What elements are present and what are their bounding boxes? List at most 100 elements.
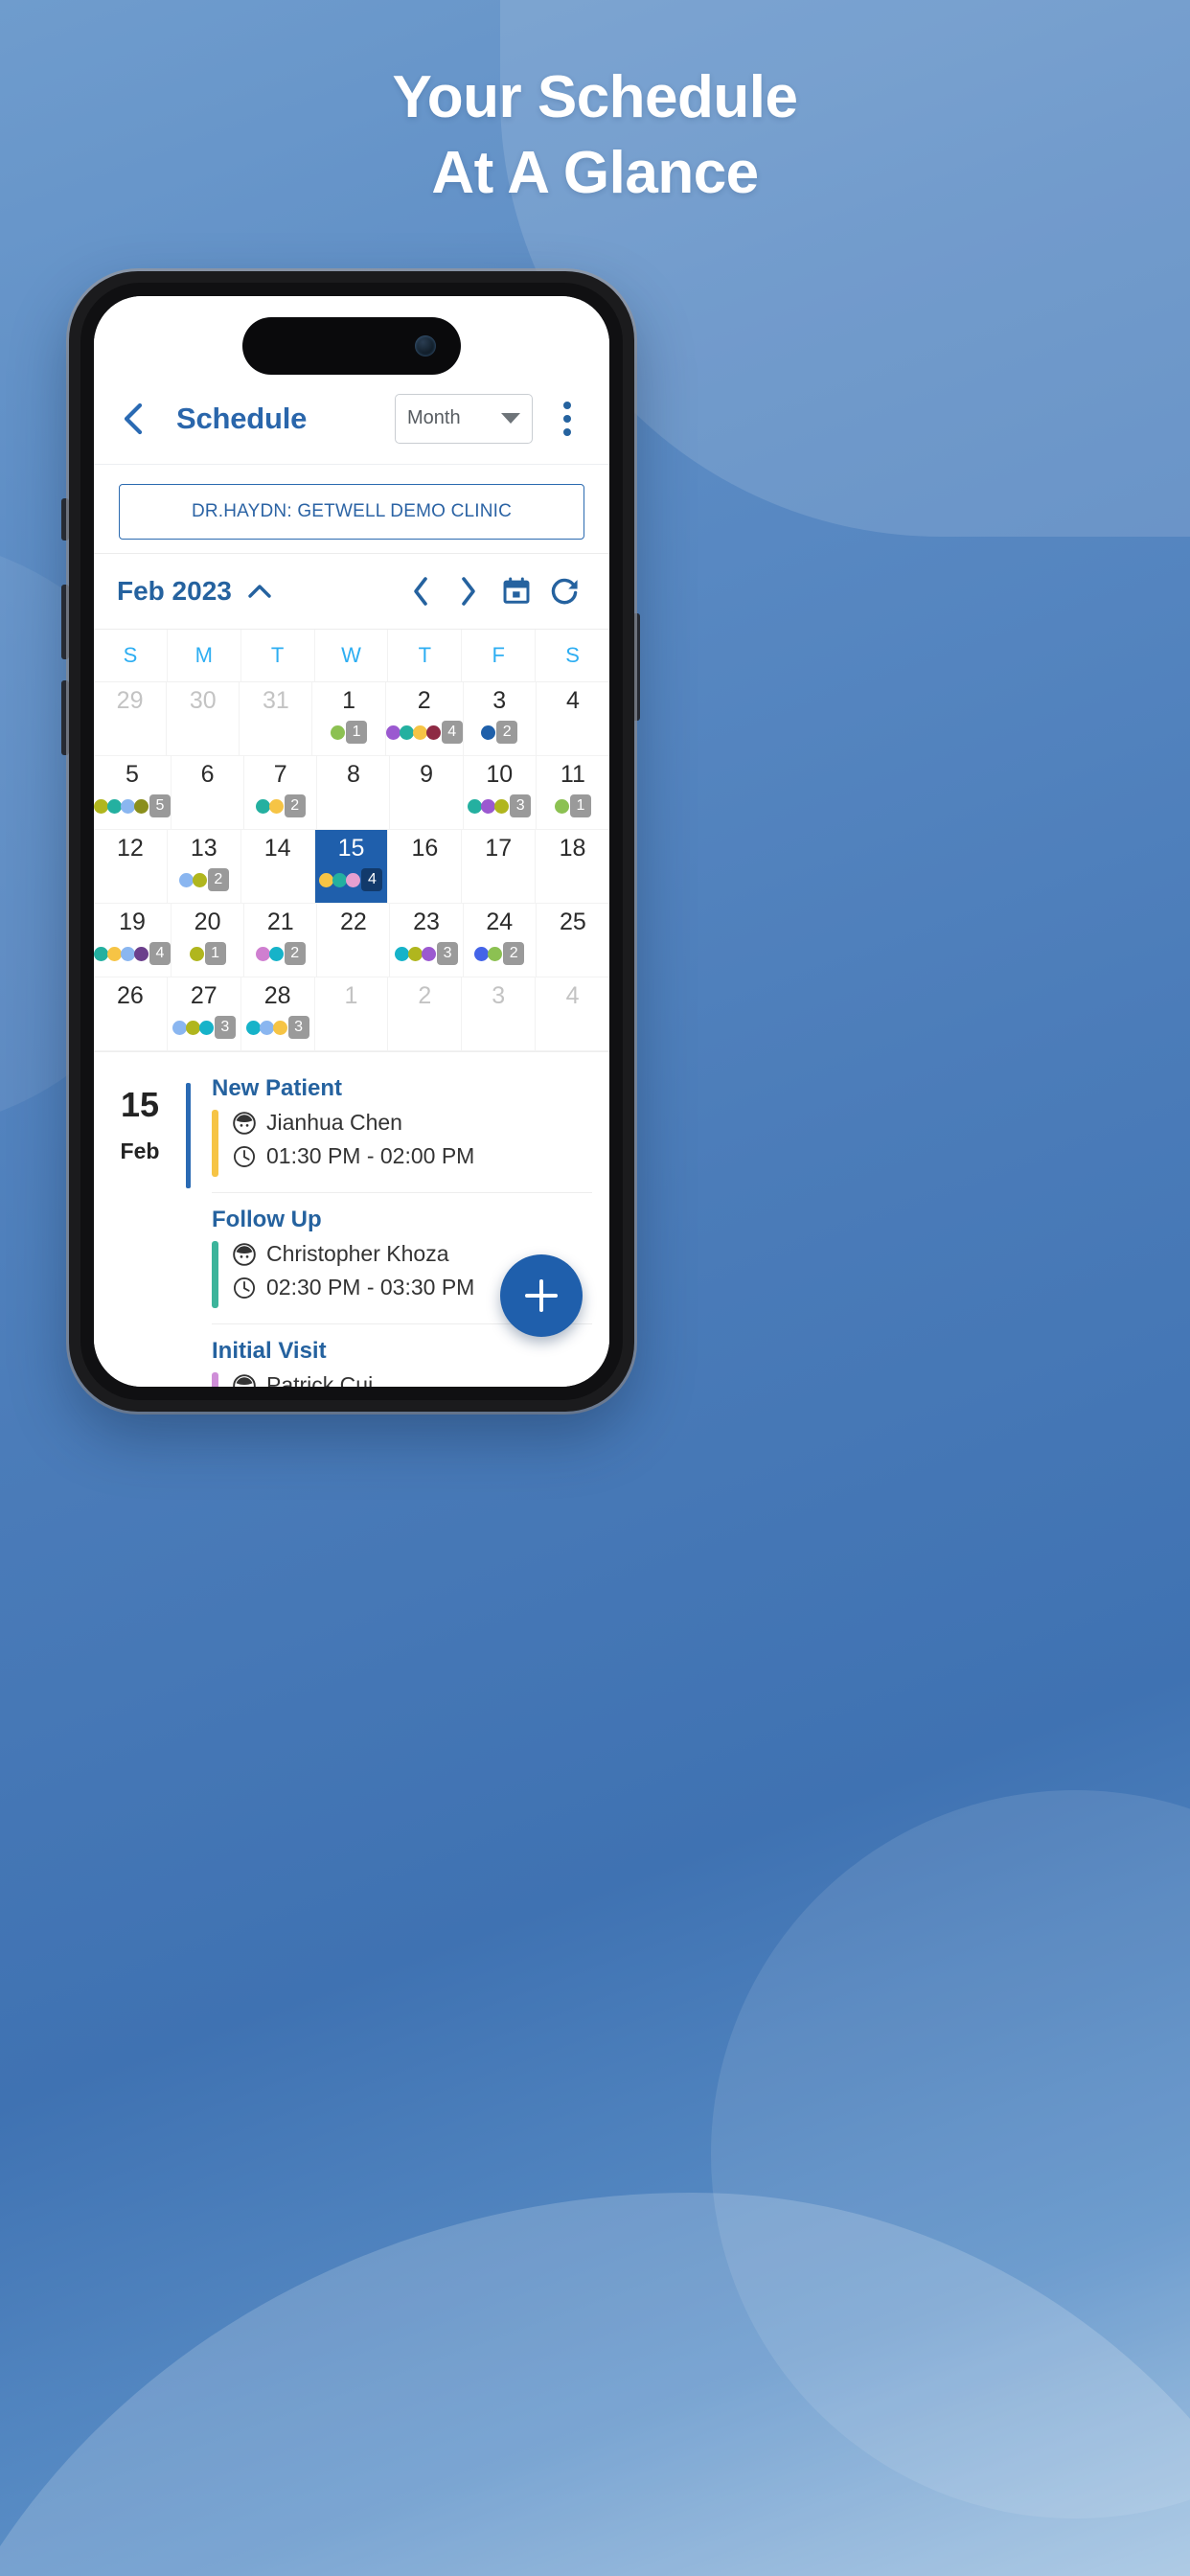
appointment-lines: Jianhua Chen 01:30 PM - 02:00 PM [232, 1110, 592, 1177]
calendar-day-cell[interactable]: 55 [94, 756, 172, 829]
calendar-day-cell[interactable]: 24 2 [464, 904, 537, 977]
agenda-panel[interactable]: 15 Feb New Patient Jianhua Chen 01:30 PM -… [94, 1051, 609, 1387]
event-dot-icon [408, 946, 423, 961]
calendar-day-cell[interactable]: 29 [94, 682, 168, 755]
calendar-day-cell[interactable]: 31 [240, 682, 313, 755]
calendar-day-cell[interactable]: 6 [172, 756, 245, 829]
event-dot-icon [192, 872, 207, 887]
appointment-time: 01:30 PM - 02:00 PM [266, 1143, 475, 1168]
event-dot-icon [481, 798, 496, 814]
event-count-badge: 2 [284, 942, 306, 965]
appointment-item[interactable]: New Patient Jianhua Chen 01:30 PM - 02:00 … [212, 1075, 592, 1193]
calendar-day-cell[interactable]: 8 [317, 756, 391, 829]
calendar-day-markers: 1 [554, 794, 591, 817]
event-dot-icon [245, 1020, 261, 1035]
agenda-date: 15 Feb [94, 1075, 186, 1387]
appointment-lines: Patrick Cui03:45 PM - 04:15 PM [232, 1372, 592, 1387]
appointment-body: Patrick Cui03:45 PM - 04:15 PM [212, 1372, 592, 1387]
more-vertical-icon-dot-2 [563, 414, 571, 423]
appointment-list: New Patient Jianhua Chen 01:30 PM - 02:00 … [191, 1075, 609, 1387]
next-month-button[interactable] [445, 569, 492, 613]
calendar-day-number: 17 [485, 835, 513, 862]
calendar-day-cell[interactable]: 10 3 [464, 756, 537, 829]
collapse-calendar-button[interactable] [245, 581, 274, 602]
view-mode-select[interactable]: Month [395, 393, 533, 444]
calendar-day-cell[interactable]: 16 [388, 830, 463, 903]
calendar-day-cell[interactable]: 12 [94, 830, 168, 903]
event-count-badge: 3 [287, 1016, 309, 1039]
event-dot-icon [255, 946, 270, 961]
calendar-day-number: 4 [565, 687, 580, 714]
phone-mockup: Schedule Month DR.HAYDN: GETWELL DEMO CL… [69, 271, 634, 1412]
calendar-day-markers: 4 [319, 868, 383, 891]
promo-headline: Your Schedule At A Glance [0, 59, 1190, 212]
calendar-day-cell[interactable]: 25 [537, 904, 609, 977]
event-dot-icon [185, 1020, 200, 1035]
weekday-header: M [168, 630, 241, 681]
calendar-day-cell[interactable]: 14 [241, 830, 315, 903]
previous-month-button[interactable] [397, 569, 445, 613]
chevron-left-icon [414, 577, 427, 606]
clock-icon [234, 1145, 255, 1167]
calendar-day-cell[interactable]: 19 4 [94, 904, 172, 977]
back-button[interactable] [111, 397, 155, 441]
refresh-icon [551, 578, 578, 605]
calendar-day-cell[interactable]: 20 1 [172, 904, 245, 977]
more-vertical-icon [563, 401, 571, 409]
calendar-day-number: 4 [565, 982, 580, 1009]
more-vertical-icon-dot-3 [563, 427, 571, 436]
calendar-day-cell[interactable]: 3 [462, 978, 537, 1050]
appointment-patient-row: Jianhua Chen [232, 1110, 592, 1136]
calendar-day-cell[interactable]: 17 [462, 830, 537, 903]
appointment-patient-name: Christopher Khoza [266, 1241, 449, 1266]
calendar-day-cell[interactable]: 23 3 [390, 904, 464, 977]
calendar-day-number: 5 [126, 761, 139, 788]
calendar-day-cell[interactable]: 24 [385, 682, 464, 755]
calendar-grid[interactable]: SMTWTFS 29 30 31 1 1 2 4 3 2 4 5 5 6 7 2 8 9 10 3 11 1 12 13 2 1… [94, 629, 609, 1051]
calendar-day-cell[interactable]: 72 [244, 756, 318, 829]
calendar-day-cell[interactable]: 11 [312, 682, 386, 755]
calendar-day-cell[interactable]: 27 3 [168, 978, 241, 1050]
calendar-day-cell[interactable]: 9 [390, 756, 464, 829]
calendar-day-cell[interactable]: 13 2 [168, 830, 241, 903]
calendar-day-cell[interactable]: 28 3 [241, 978, 315, 1050]
overflow-menu-button[interactable] [546, 394, 588, 444]
calendar-day-number: 29 [116, 687, 144, 714]
calendar-day-number: 13 [190, 835, 217, 862]
event-count-badge: 4 [149, 942, 171, 965]
appointment-time-row: 01:30 PM - 02:00 PM [232, 1143, 592, 1169]
event-dot-icon [121, 798, 135, 814]
chevron-right-icon [462, 577, 475, 606]
calendar-day-cell[interactable]: 11 1 [537, 756, 609, 829]
phone-screen: Schedule Month DR.HAYDN: GETWELL DEMO CL… [94, 296, 609, 1387]
decorative-shape-bottom-right [711, 1790, 1190, 2518]
calendar-day-cell[interactable]: 4 [536, 978, 609, 1050]
patient-face-icon [233, 1111, 256, 1135]
calendar-day-number: 1 [342, 687, 356, 714]
weekday-header: T [241, 630, 315, 681]
clock-icon-wrap [232, 1276, 257, 1300]
calendar-day-number: 8 [346, 761, 360, 788]
event-dot-icon [121, 946, 135, 961]
calendar-day-cell[interactable]: 21 2 [244, 904, 318, 977]
add-appointment-fab[interactable] [500, 1254, 583, 1337]
calendar-day-cell[interactable]: 1 [315, 978, 389, 1050]
patient-face-icon-wrap [232, 1373, 257, 1387]
appointment-item[interactable]: Initial Visit Patrick Cui03:45 PM - 04:15… [212, 1338, 592, 1387]
calendar-day-cell[interactable]: 15 4 [314, 830, 389, 903]
today-button[interactable] [492, 569, 540, 613]
calendar-day-cell[interactable]: 18 [536, 830, 609, 903]
event-count-badge: 1 [346, 721, 368, 744]
refresh-button[interactable] [540, 569, 588, 613]
calendar-day-cell[interactable]: 22 [317, 904, 391, 977]
calendar-day-cell[interactable]: 30 [167, 682, 240, 755]
clinic-selector-button[interactable]: DR.HAYDN: GETWELL DEMO CLINIC [119, 484, 584, 540]
calendar-day-cell[interactable]: 2 [388, 978, 463, 1050]
event-dot-icon [494, 798, 510, 814]
calendar-day-cell[interactable]: 4 [537, 682, 609, 755]
calendar-day-cell[interactable]: 32 [464, 682, 537, 755]
event-dot-icon [134, 946, 149, 961]
calendar-day-cell[interactable]: 26 [94, 978, 168, 1050]
calendar-day-number: 10 [486, 761, 514, 788]
event-count-badge: 2 [284, 794, 306, 817]
